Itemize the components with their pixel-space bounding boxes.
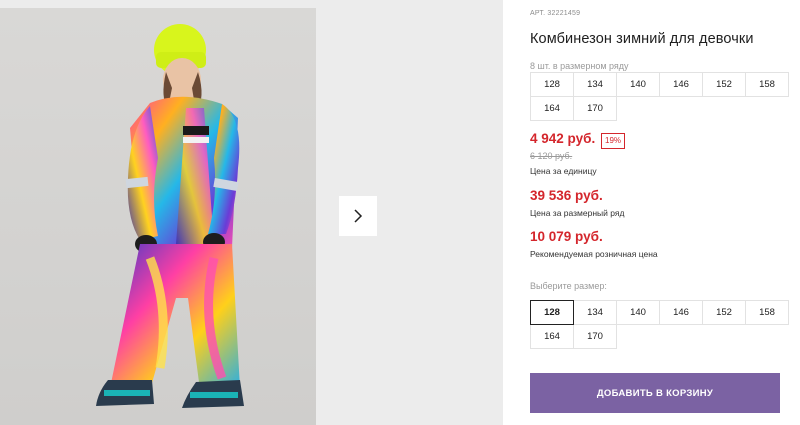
product-page: АРТ. 32221459 Комбинезон зимний для дево… bbox=[0, 0, 800, 425]
pack-size-cell: 146 bbox=[659, 72, 703, 97]
size-option-140[interactable]: 140 bbox=[616, 300, 660, 325]
choose-size-label: Выберите размер: bbox=[530, 281, 607, 291]
pack-size-cell: 164 bbox=[530, 96, 574, 121]
product-info-panel: АРТ. 32221459 Комбинезон зимний для дево… bbox=[530, 0, 800, 425]
pack-size-cell: 170 bbox=[573, 96, 617, 121]
pack-size-cell: 158 bbox=[745, 72, 789, 97]
pack-size-cell: 128 bbox=[530, 72, 574, 97]
size-option-158[interactable]: 158 bbox=[745, 300, 789, 325]
pack-note: 8 шт. в размерном ряду bbox=[530, 61, 629, 71]
girl-in-snowsuit-image bbox=[96, 24, 244, 408]
pack-size-cell: 134 bbox=[573, 72, 617, 97]
pack-size-cell: 152 bbox=[702, 72, 746, 97]
size-option-146[interactable]: 146 bbox=[659, 300, 703, 325]
rrp-price: 10 079 руб. bbox=[530, 229, 603, 244]
discount-badge: 19% bbox=[601, 133, 626, 149]
size-option-170[interactable]: 170 bbox=[573, 324, 617, 349]
add-to-cart-button[interactable]: ДОБАВИТЬ В КОРЗИНУ bbox=[530, 373, 780, 413]
size-option-164[interactable]: 164 bbox=[530, 324, 574, 349]
product-photo[interactable] bbox=[0, 8, 316, 425]
rrp-price-caption: Рекомендуемая розничная цена bbox=[530, 249, 658, 259]
pack-size-cell: 140 bbox=[616, 72, 660, 97]
chevron-right-icon bbox=[354, 209, 363, 223]
product-title: Комбинезон зимний для девочки bbox=[530, 31, 754, 47]
unit-price-caption: Цена за единицу bbox=[530, 166, 597, 176]
size-option-152[interactable]: 152 bbox=[702, 300, 746, 325]
next-photo-button[interactable] bbox=[339, 196, 377, 236]
size-selector: 128 134 140 146 152 158 164 170 bbox=[530, 300, 789, 349]
pack-price-caption: Цена за размерный ряд bbox=[530, 208, 625, 218]
size-option-128[interactable]: 128 bbox=[530, 300, 574, 325]
old-price: 6 120 руб. bbox=[530, 151, 573, 161]
product-gallery bbox=[0, 0, 503, 425]
product-sku: АРТ. 32221459 bbox=[530, 10, 581, 17]
pack-price: 39 536 руб. bbox=[530, 188, 603, 203]
unit-price: 4 942 руб. bbox=[530, 131, 596, 146]
pack-size-grid: 128 134 140 146 152 158 164 170 bbox=[530, 72, 789, 121]
size-option-134[interactable]: 134 bbox=[573, 300, 617, 325]
